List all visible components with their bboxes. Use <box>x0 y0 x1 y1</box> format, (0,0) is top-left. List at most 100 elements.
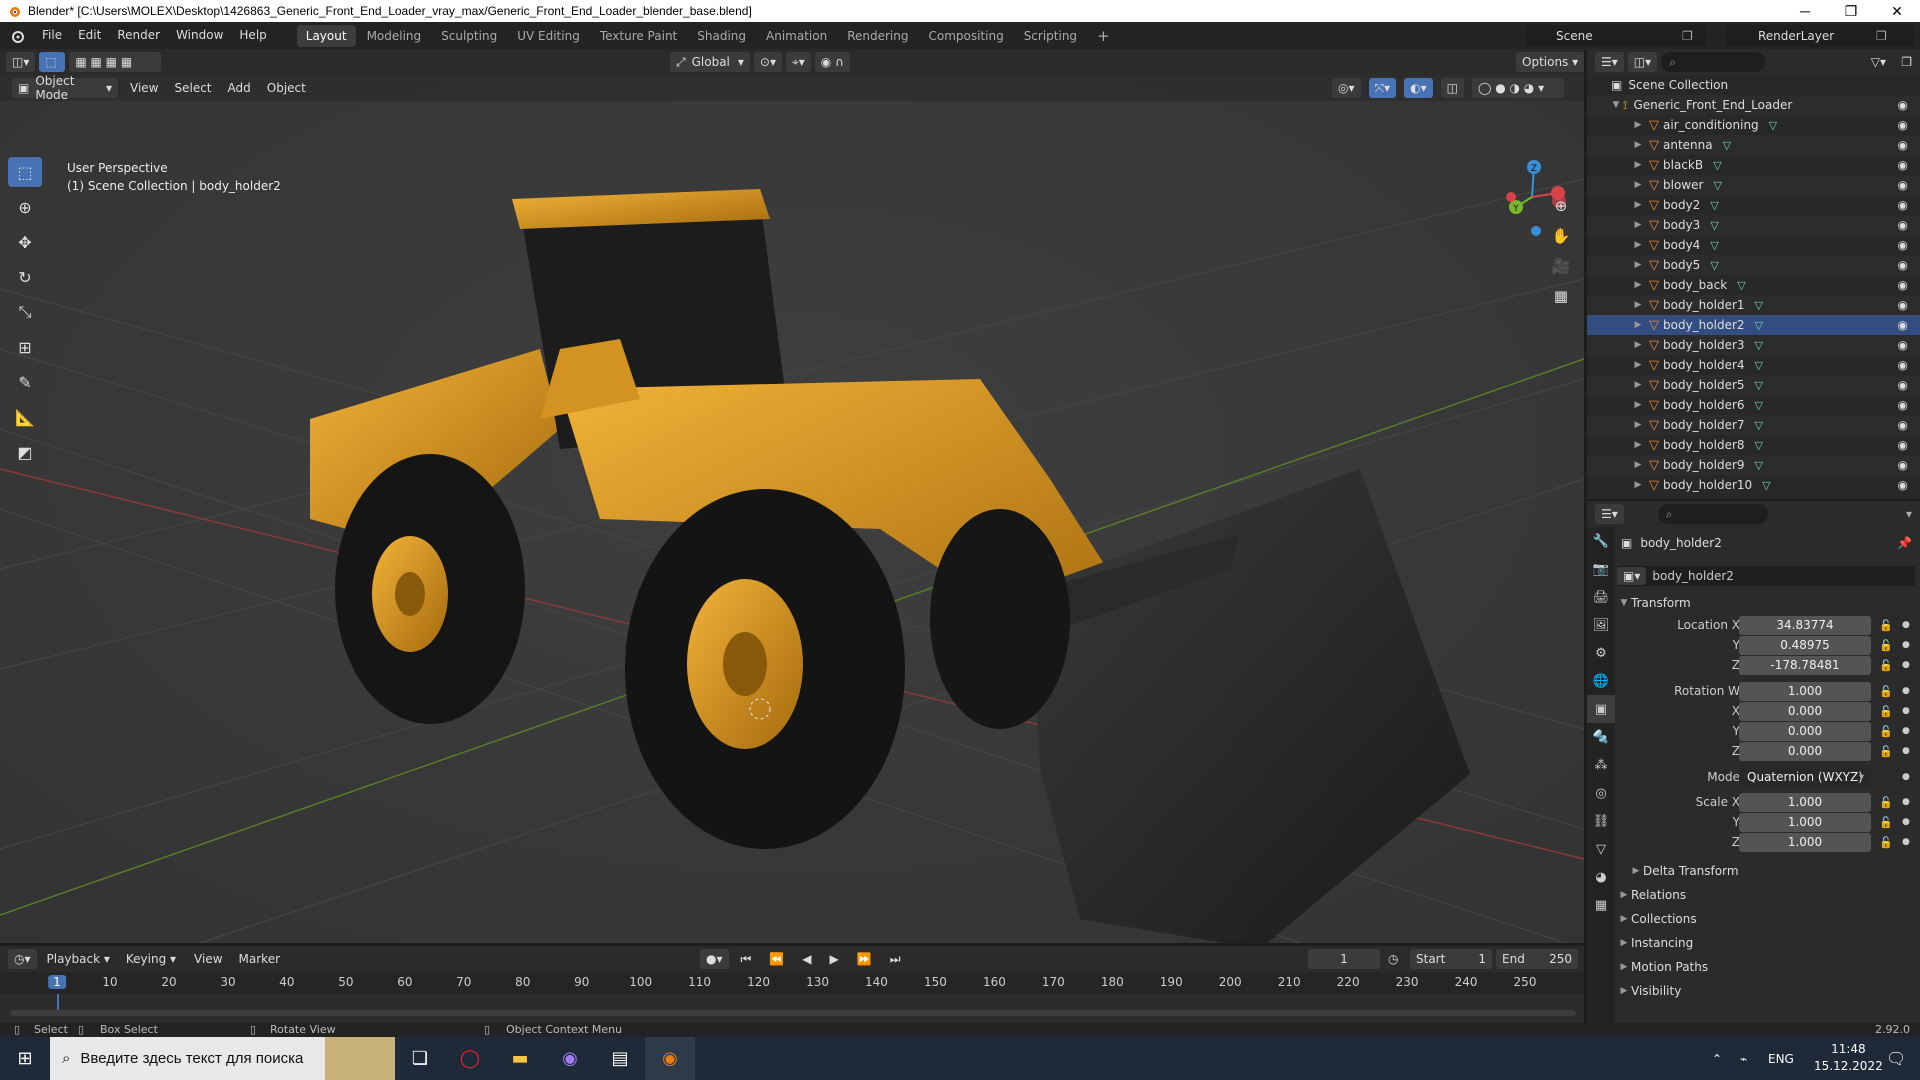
timeline-scrollbar[interactable] <box>10 1010 1576 1016</box>
blender-menu-icon[interactable] <box>0 28 34 44</box>
network-icon[interactable]: ⌁ <box>1740 1052 1747 1066</box>
render-tab-icon[interactable]: 📷 <box>1587 555 1615 583</box>
numeric-field[interactable]: 0.000 <box>1739 701 1871 721</box>
eye-icon[interactable]: ◉ <box>1898 318 1908 332</box>
keyframe-dot-icon[interactable]: ● <box>1902 797 1910 807</box>
shading-mode-icons[interactable]: ◯ ● ◑ ◕ ▾ <box>1471 78 1564 98</box>
lock-icon[interactable]: 🔓 <box>1879 796 1893 809</box>
outliner-item[interactable]: ▶ ▽ body_holder9 ▽ ◉ <box>1587 455 1920 475</box>
gizmo-toggle-icon[interactable]: ⤧▾ <box>1368 78 1397 98</box>
eye-icon[interactable]: ◉ <box>1898 258 1908 272</box>
taskbar-search[interactable]: ⌕ Введите здесь текст для поиска <box>50 1037 395 1080</box>
eye-icon[interactable]: ◉ <box>1898 218 1908 232</box>
menu-render[interactable]: Render <box>109 22 168 49</box>
select-box-tool-icon[interactable]: ⬚ <box>8 157 42 187</box>
view-layer-tab-icon[interactable]: 🖼 <box>1587 611 1615 639</box>
keyframe-dot-icon[interactable]: ● <box>1902 620 1910 630</box>
file-explorer-icon[interactable]: ▬ <box>495 1037 545 1080</box>
lock-icon[interactable]: 🔓 <box>1879 659 1893 672</box>
timeline-editor-type-icon[interactable]: ◷▾ <box>8 949 37 969</box>
expand-right-icon[interactable]: ▶ <box>1631 280 1645 290</box>
language-indicator[interactable]: ENG <box>1768 1052 1794 1066</box>
xray-toggle-icon[interactable]: ◫ <box>1440 78 1464 98</box>
modifier-tab-icon[interactable]: 🔩 <box>1587 723 1615 751</box>
texture-tab-icon[interactable]: ▦ <box>1587 891 1615 919</box>
new-scene-icon[interactable]: ❐ <box>1682 29 1693 43</box>
panel-section-header[interactable]: ▶ Delta Transform <box>1617 859 1920 883</box>
keyframe-dot-icon[interactable]: ● <box>1902 772 1910 782</box>
workspace-tab-uv-editing[interactable]: UV Editing <box>508 25 589 47</box>
outliner-item[interactable]: ▶ ▽ body_back ▽ ◉ <box>1587 275 1920 295</box>
new-collection-icon[interactable]: ❐ <box>1901 55 1912 69</box>
outliner-item[interactable]: ▶ ▽ body_holder1 ▽ ◉ <box>1587 295 1920 315</box>
tray-chevron-icon[interactable]: ⌃ <box>1712 1052 1722 1066</box>
auto-keying-icon[interactable]: ●▾ <box>700 949 729 969</box>
expand-right-icon[interactable]: ▶ <box>1631 140 1645 150</box>
expand-right-icon[interactable]: ▶ <box>1631 180 1645 190</box>
keyframe-dot-icon[interactable]: ● <box>1902 660 1910 670</box>
pivot-point-icon[interactable]: ⊙▾ <box>753 52 782 72</box>
outliner-item[interactable]: ▶ ▽ body_holder10 ▽ ◉ <box>1587 475 1920 495</box>
timeline-menu-marker[interactable]: Marker <box>231 952 288 966</box>
jump-keyframe-back-icon[interactable]: ⏪ <box>763 949 790 969</box>
menu-edit[interactable]: Edit <box>70 22 109 49</box>
frame-ruler[interactable]: 1 10 20 30 40 50 60 70 80 90 100 110 120 130 140 150 160… <box>0 972 1584 994</box>
numeric-field[interactable]: 1.000 <box>1739 681 1871 701</box>
jump-keyframe-forward-icon[interactable]: ⏩ <box>851 949 878 969</box>
selection-mode-icons[interactable]: ▦ ▦ ▦ ▦ <box>69 52 162 72</box>
transform-tool-icon[interactable]: ⊞ <box>8 332 42 362</box>
menu-window[interactable]: Window <box>168 22 231 49</box>
object-mode-select[interactable]: ▣ Object Mode ▾ <box>12 74 118 102</box>
view-layer-selector[interactable]: RenderLayer ❐ <box>1726 25 1914 46</box>
windows-start-icon[interactable]: ⊞ <box>0 1037 50 1080</box>
notification-icon[interactable]: 🗨 <box>1886 1049 1906 1068</box>
expand-right-icon[interactable]: ▶ <box>1631 460 1645 470</box>
numeric-field[interactable]: 34.83774 <box>1739 615 1871 635</box>
outliner-item[interactable]: ▶ ▽ antenna ▽ ◉ <box>1587 135 1920 155</box>
menu-file[interactable]: File <box>34 22 70 49</box>
viewport-menu-select[interactable]: Select <box>166 81 219 95</box>
properties-editor-type-icon[interactable]: ☰▾ <box>1595 504 1624 524</box>
keying-menu[interactable]: Keying ▾ <box>120 949 182 969</box>
outliner-search-input[interactable]: ⌕ <box>1661 52 1766 72</box>
material-tab-icon[interactable]: ◕ <box>1587 863 1615 891</box>
object-browse-icon[interactable]: ▣▾ <box>1617 567 1647 585</box>
menu-help[interactable]: Help <box>231 22 274 49</box>
opera-icon[interactable]: ◯ <box>445 1037 495 1080</box>
collection-row[interactable]: ▼ ⟟ Generic_Front_End_Loader ◉ <box>1587 95 1920 115</box>
expand-right-icon[interactable]: ▶ <box>1631 340 1645 350</box>
lock-icon[interactable]: 🔓 <box>1879 836 1893 849</box>
keyframe-dot-icon[interactable]: ● <box>1902 746 1910 756</box>
jump-end-icon[interactable]: ⏭ <box>884 949 907 969</box>
start-frame-field[interactable]: Start 1 <box>1410 949 1492 969</box>
transform-panel-header[interactable]: ▼ Transform <box>1617 591 1920 615</box>
expand-right-icon[interactable]: ▶ <box>1631 420 1645 430</box>
expand-right-icon[interactable]: ▶ <box>1631 300 1645 310</box>
constraints-tab-icon[interactable]: ⛓ <box>1587 807 1615 835</box>
panel-section-header[interactable]: ▶ Visibility <box>1617 979 1920 1003</box>
scene-selector[interactable]: Scene ❐ <box>1526 25 1706 46</box>
maximize-button[interactable]: ❐ <box>1828 0 1874 22</box>
numeric-field[interactable]: 0.000 <box>1739 721 1871 741</box>
task-view-icon[interactable]: ❏ <box>395 1037 445 1080</box>
viewport-menu-view[interactable]: View <box>122 81 166 95</box>
rotate-tool-icon[interactable]: ↻ <box>8 262 42 292</box>
playback-menu[interactable]: Playback ▾ <box>41 949 116 969</box>
workspace-tab-animation[interactable]: Animation <box>757 25 836 47</box>
options-dropdown[interactable]: Options ▾ <box>1516 52 1584 72</box>
display-mode-icon[interactable]: ◫▾ <box>1627 52 1658 72</box>
outliner-item[interactable]: ▶ ▽ body_holder7 ▽ ◉ <box>1587 415 1920 435</box>
play-reverse-icon[interactable]: ◀ <box>796 949 817 969</box>
blender-taskbar-icon[interactable]: ◉ <box>645 1037 695 1080</box>
outliner-item[interactable]: ▶ ▽ air_conditioning ▽ ◉ <box>1587 115 1920 135</box>
numeric-field[interactable]: 1.000 <box>1739 792 1871 812</box>
pan-hand-icon[interactable]: ✋ <box>1548 223 1574 249</box>
clock[interactable]: 11:48 15.12.2022 <box>1814 1041 1883 1075</box>
scale-tool-icon[interactable]: ⤡ <box>8 297 42 327</box>
workspace-tab-compositing[interactable]: Compositing <box>919 25 1012 47</box>
filter-icon[interactable]: ▽▾ <box>1871 55 1886 69</box>
expand-right-icon[interactable]: ▶ <box>1631 200 1645 210</box>
outliner-item[interactable]: ▶ ▽ body2 ▽ ◉ <box>1587 195 1920 215</box>
properties-search-input[interactable]: ⌕ <box>1657 504 1768 524</box>
3d-viewport[interactable]: ◫▾ ⬚ ▦ ▦ ▦ ▦ ⤢ Global ▾ ⊙▾ ⌖▾ ◉ ∩ Options … <box>0 49 1584 943</box>
